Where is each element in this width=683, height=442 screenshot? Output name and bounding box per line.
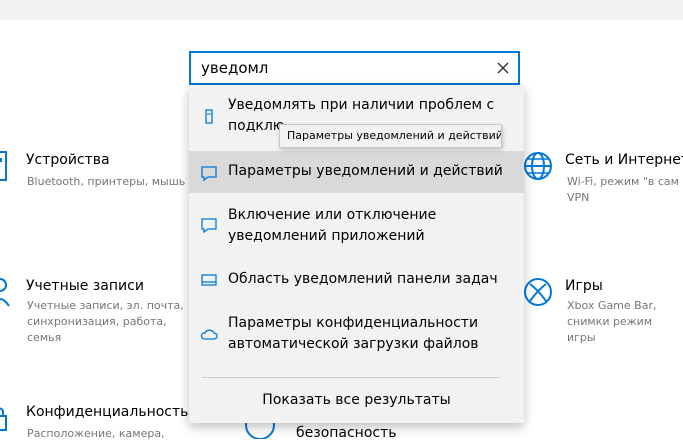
category-privacy[interactable]: Конфиденциальность Расположение, камера, [0, 400, 190, 440]
suggestion-item[interactable]: Включение или отключение уведомлений при… [189, 195, 524, 255]
category-games[interactable]: Игры Xbox Game Bar, снимки режим игры [520, 274, 683, 344]
search-box[interactable]: уведомл [189, 51, 520, 85]
suggestion-item-highlighted[interactable]: Параметры уведомлений и действий [189, 151, 524, 193]
globe-icon [524, 152, 552, 180]
suggestion-label: Параметры конфиденциальности автоматичес… [228, 315, 479, 352]
category-desc: Xbox Game Bar, снимки режим игры [567, 299, 657, 344]
category-title: Устройства [26, 152, 110, 168]
suggestion-label: Параметры уведомлений и действий [228, 163, 503, 179]
suggestion-item[interactable]: Параметры конфиденциальности автоматичес… [189, 305, 524, 365]
keyboard-icon [0, 151, 7, 181]
category-desc: Bluetooth, принтеры, мышь [27, 175, 186, 188]
cloud-icon [200, 329, 218, 340]
search-input[interactable]: уведомл [201, 59, 268, 77]
suggestion-label: Включение или отключение уведомлений при… [228, 207, 437, 244]
category-network[interactable]: Сеть и Интернет Wi-Fi, режим "в сам VPN [520, 148, 683, 208]
taskbar-icon [201, 274, 217, 286]
close-icon[interactable] [494, 59, 512, 77]
category-desc: Учетные записи, эл. почта, синхронизация… [27, 299, 184, 344]
category-title: Конфиденциальность [26, 404, 189, 420]
window-top-bar [0, 0, 683, 20]
person-icon [0, 278, 10, 307]
suggestion-item[interactable]: Область уведомлений панели задач [189, 259, 524, 301]
action-center-icon [201, 166, 217, 182]
lock-icon [0, 407, 7, 431]
category-title: Сеть и Интернет [565, 152, 683, 168]
action-center-icon [201, 218, 217, 234]
category-title: Игры [565, 278, 603, 294]
category-desc: Wi-Fi, режим "в сам VPN [567, 175, 679, 204]
divider [202, 377, 500, 378]
usb-icon [205, 109, 213, 124]
show-all-results-link[interactable]: Показать все результаты [189, 392, 524, 408]
suggestion-label: Область уведомлений панели задач [228, 271, 498, 287]
category-devices[interactable]: Устройства Bluetooth, принтеры, мышь [0, 148, 190, 198]
xbox-icon [524, 278, 552, 306]
category-accounts[interactable]: Учетные записи Учетные записи, эл. почта… [0, 274, 190, 344]
tooltip: Параметры уведомлений и действий [279, 124, 502, 148]
category-desc: Расположение, камера, [27, 427, 165, 440]
category-title: Учетные записи [26, 278, 144, 294]
